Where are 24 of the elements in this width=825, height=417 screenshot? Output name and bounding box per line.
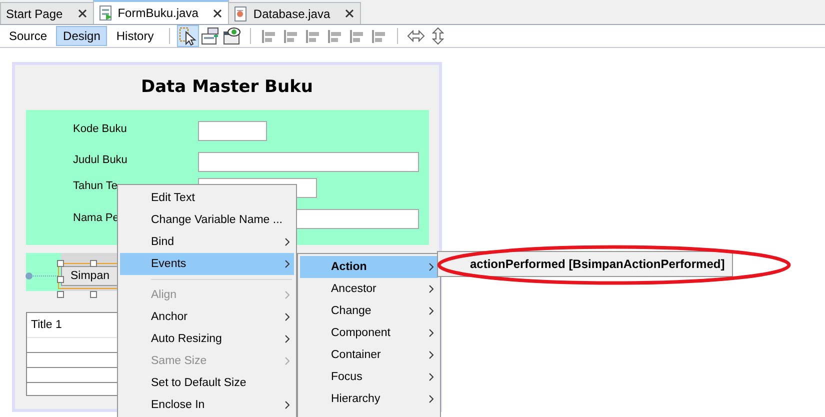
view-tab[interactable]: History: [109, 26, 161, 46]
menu-item[interactable]: Events: [120, 253, 294, 275]
file-tab[interactable]: Database.java: [228, 2, 362, 24]
menu-item[interactable]: Container: [300, 344, 438, 366]
file-tab[interactable]: Start Page: [0, 2, 94, 24]
menu-item[interactable]: Change Variable Name ...: [120, 209, 294, 231]
simpan-button[interactable]: Simpan: [61, 266, 119, 286]
menu-item[interactable]: Focus: [300, 366, 438, 388]
view-tab[interactable]: Source: [2, 26, 54, 46]
field-label: Kode Buku: [73, 123, 127, 135]
menu-item[interactable]: Bind: [120, 231, 294, 253]
view-tab[interactable]: Design: [56, 26, 108, 46]
menu-item[interactable]: Ancestor: [300, 278, 438, 300]
menu-item[interactable]: Change: [300, 300, 438, 322]
menu-item[interactable]: Enclose In: [120, 394, 294, 416]
menu-item[interactable]: Action: [300, 256, 438, 278]
form-title: Data Master Buku: [140, 77, 314, 97]
menu-item[interactable]: Edit Text: [120, 187, 294, 209]
menu-item[interactable]: Component: [300, 322, 438, 344]
menu-item[interactable]: Hierarchy: [300, 388, 438, 410]
field-label: Judul Buku: [73, 154, 128, 166]
menu-item[interactable]: Set to Default Size: [120, 372, 294, 394]
field-label: Tahun Te: [73, 180, 118, 192]
file-tab[interactable]: FormBuku.java: [92, 0, 230, 24]
